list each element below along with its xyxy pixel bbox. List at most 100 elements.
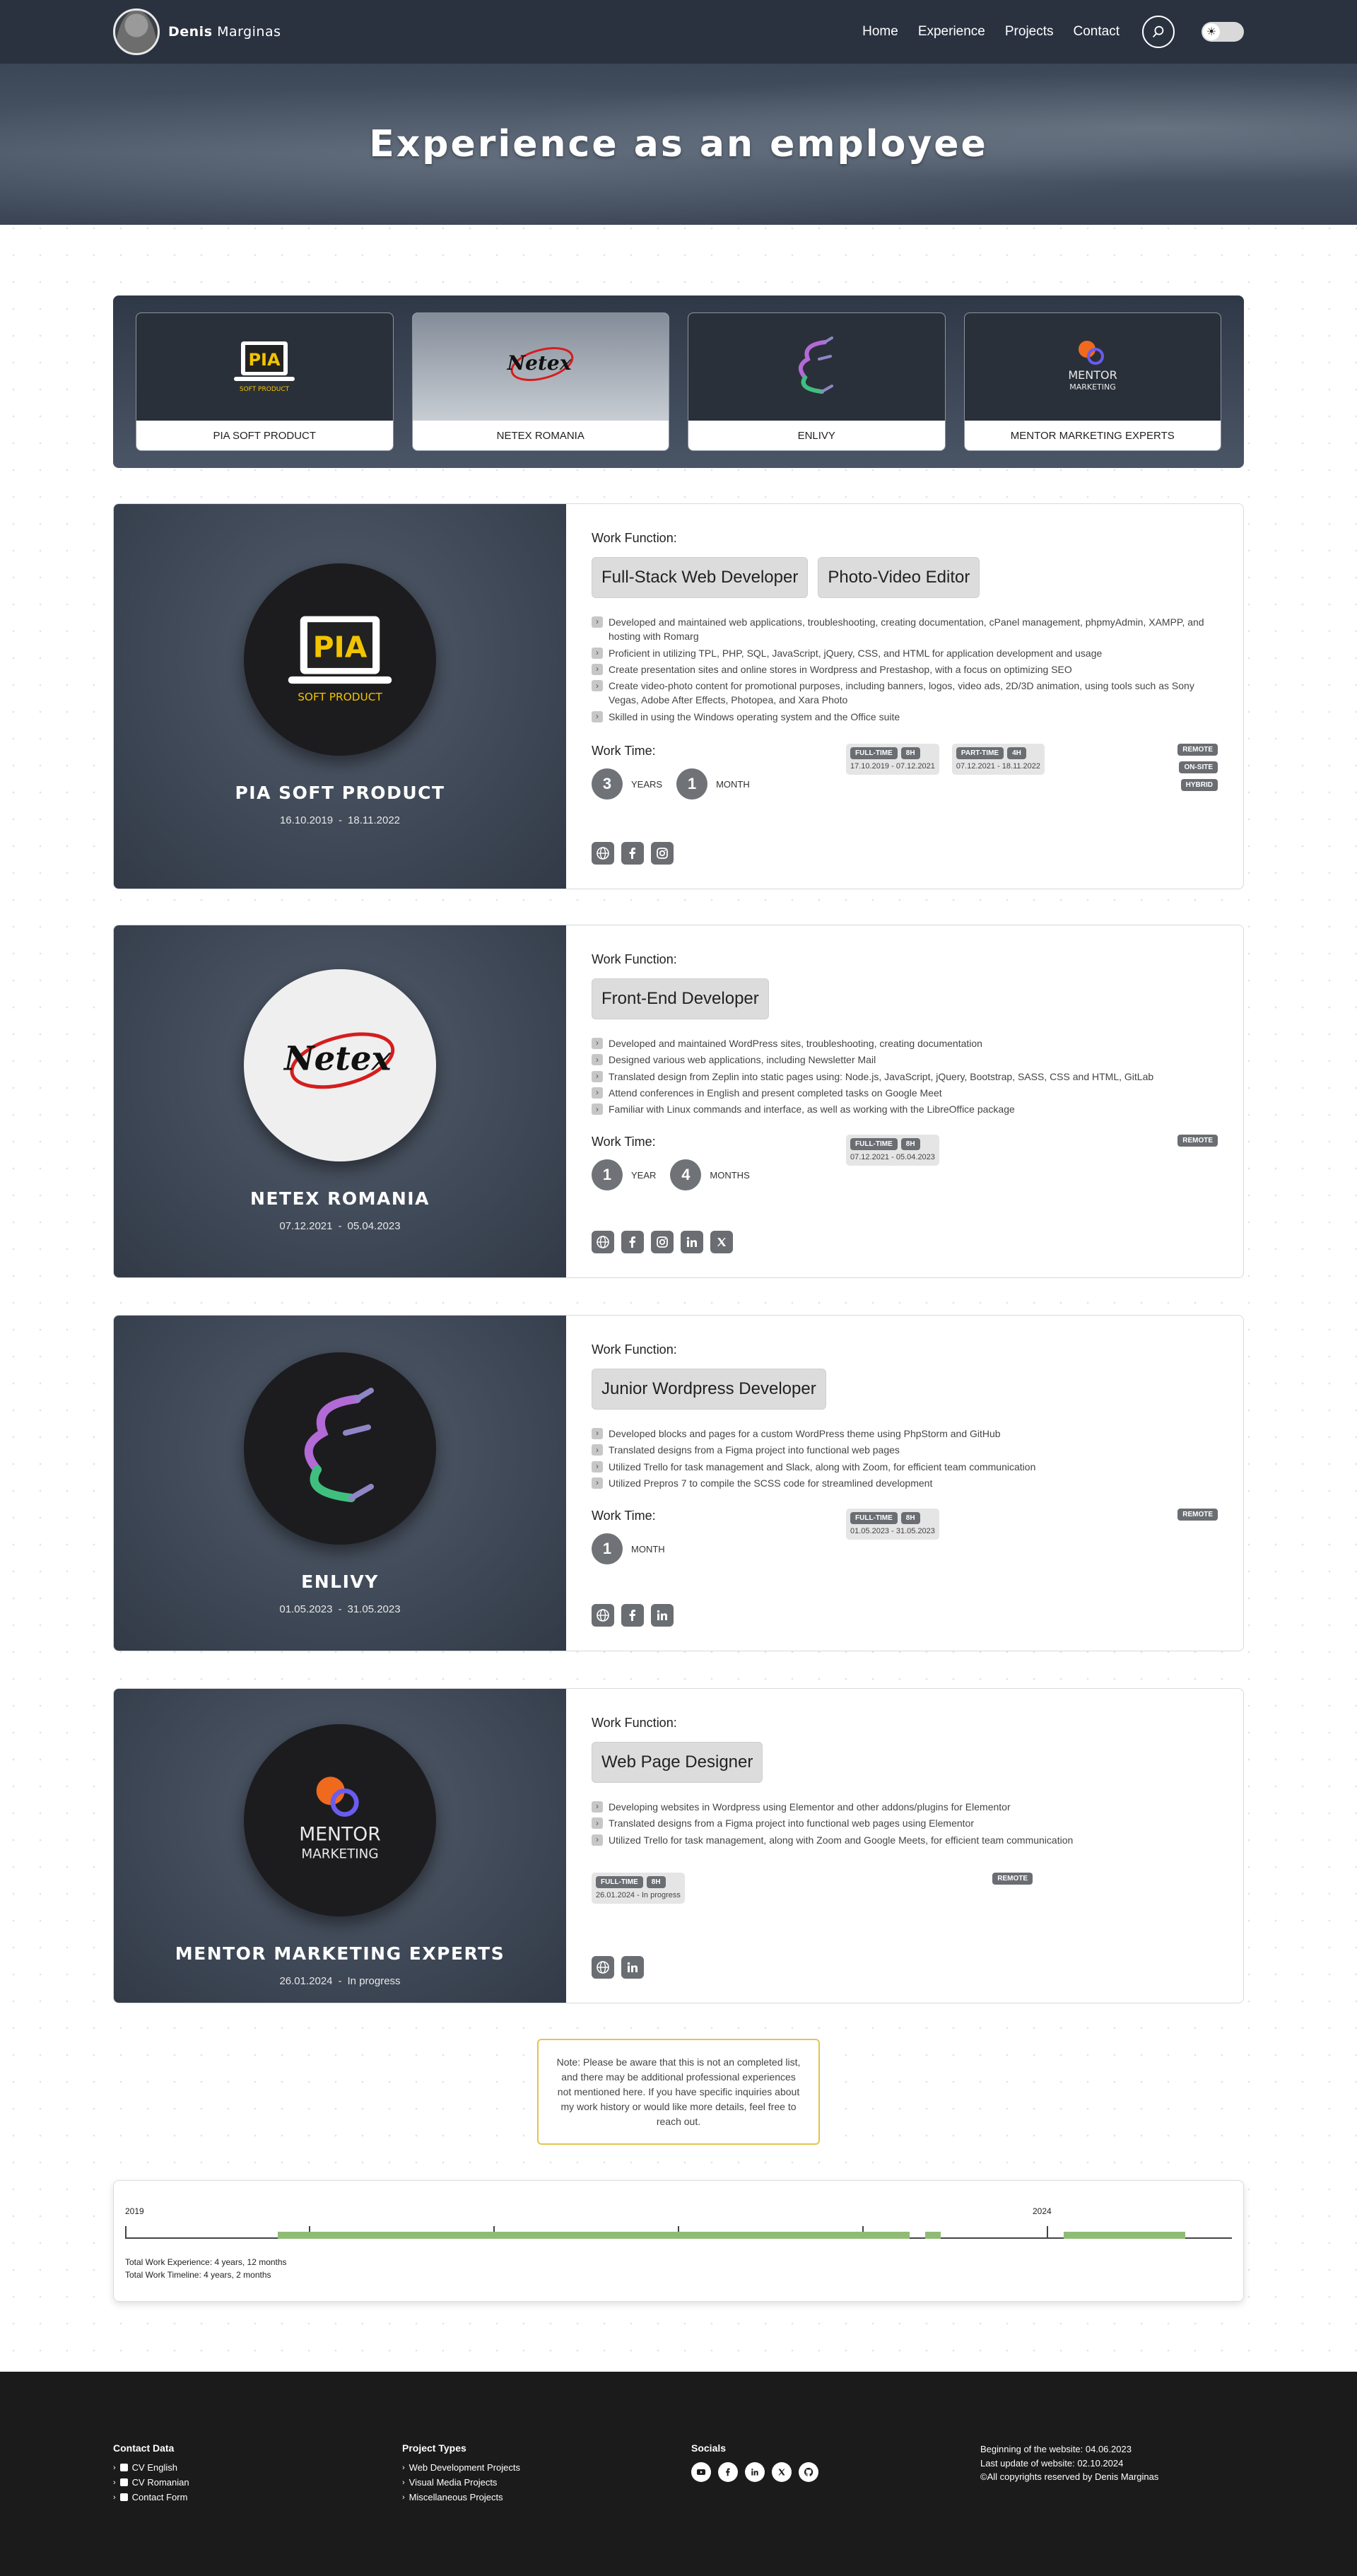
nav-link-contact[interactable]: Contact bbox=[1074, 24, 1120, 40]
work-mode-badge: REMOTE bbox=[1177, 744, 1218, 756]
schedule-box: FULL-TIME 8h 01.05.2023 - 31.05.2023 bbox=[846, 1509, 939, 1540]
website-link[interactable] bbox=[592, 1956, 614, 1979]
work-time-months: 1 bbox=[676, 768, 708, 800]
chevron-right-icon: › bbox=[592, 1054, 603, 1066]
timeline-bar-enlivy[interactable] bbox=[925, 2232, 941, 2239]
linkedin-link[interactable] bbox=[745, 2462, 765, 2482]
instagram-link[interactable] bbox=[651, 1231, 674, 1253]
chevron-right-icon: › bbox=[402, 2493, 405, 2502]
pia-logo-sub: SOFT PRODUCT bbox=[240, 386, 290, 393]
duties-list: › Developed and maintained web applicatio… bbox=[592, 615, 1218, 724]
work-function-title: Work Function: bbox=[592, 531, 677, 545]
nav-link-home[interactable]: Home bbox=[862, 24, 898, 40]
nav-link-projects[interactable]: Projects bbox=[1005, 24, 1054, 40]
avatar[interactable] bbox=[113, 8, 160, 55]
role-badge: Web Page Designer bbox=[592, 1742, 763, 1783]
company-card-netex[interactable]: Netex NETEX ROMANIA bbox=[411, 312, 669, 451]
disclaimer-note: Note: Please be aware that this is not a… bbox=[537, 2039, 820, 2145]
linkedin-link[interactable] bbox=[651, 1604, 674, 1627]
timeline-bar-mentor[interactable] bbox=[1064, 2232, 1185, 2239]
chevron-right-icon: › bbox=[592, 1103, 603, 1116]
schedule-hours-badge: 8h bbox=[646, 1875, 666, 1888]
work-time-unit: YEAR bbox=[631, 1169, 657, 1181]
website-link[interactable] bbox=[592, 842, 614, 865]
timeline-year-start: 2019 bbox=[125, 2206, 144, 2216]
schedule-box: FULL-TIME 8h 26.01.2024 - In progress bbox=[592, 1872, 685, 1904]
copyright: ©All copyrights reserved by Denis Margin… bbox=[980, 2471, 1159, 2482]
navbar: Denis Marginas Home Experience Projects … bbox=[0, 0, 1357, 64]
company-card-mentor[interactable]: MENTOR MARKETING MENTOR MARKETING EXPERT… bbox=[963, 312, 1221, 451]
footer: Contact Data › CV English › CV Romanian › C… bbox=[0, 2372, 1357, 2576]
document-icon bbox=[119, 2464, 128, 2471]
chevron-right-icon: › bbox=[592, 1038, 603, 1049]
facebook-icon bbox=[629, 848, 635, 859]
work-time-months: 4 bbox=[670, 1159, 702, 1191]
nav-link-experience[interactable]: Experience bbox=[918, 24, 985, 40]
duty-item: › Developed and maintained web applicatio… bbox=[592, 615, 1218, 644]
schedule-type-badge: FULL-TIME bbox=[596, 1875, 643, 1888]
website-link[interactable] bbox=[592, 1231, 614, 1253]
work-time-unit: MONTHS bbox=[710, 1169, 750, 1181]
footer-link-cv-english[interactable]: › CV English bbox=[113, 2462, 189, 2473]
work-function-title: Work Function: bbox=[592, 1342, 677, 1357]
work-mode-badge: REMOTE bbox=[1177, 1135, 1218, 1147]
document-icon bbox=[119, 2478, 128, 2486]
x-link[interactable] bbox=[772, 2462, 792, 2482]
experience-card-mentor: MENTOR MARKETING MENTOR MARKETING EXPERT… bbox=[113, 1688, 1244, 2003]
chevron-right-icon: › bbox=[592, 1834, 603, 1846]
chevron-right-icon: › bbox=[592, 710, 603, 722]
linkedin-link[interactable] bbox=[681, 1231, 703, 1253]
facebook-link[interactable] bbox=[621, 842, 644, 865]
search-button[interactable] bbox=[1142, 16, 1175, 48]
company-name: NETEX ROMANIA bbox=[250, 1188, 430, 1209]
globe-icon bbox=[597, 847, 609, 860]
x-link[interactable] bbox=[710, 1231, 733, 1253]
footer-link-visual-projects[interactable]: › Visual Media Projects bbox=[402, 2477, 520, 2488]
schedule-hours-badge: 8h bbox=[900, 1138, 920, 1151]
duty-item: › Developed and maintained WordPress site… bbox=[592, 1036, 1218, 1050]
duty-item: › Familiar with Linux commands and interf… bbox=[592, 1102, 1218, 1116]
chevron-right-icon: › bbox=[592, 1070, 603, 1082]
netex-logo-word: Netex bbox=[506, 351, 571, 375]
schedule-type-badge: FULL-TIME bbox=[850, 1138, 898, 1151]
timeline-bar-pia-netex[interactable] bbox=[278, 2232, 910, 2239]
footer-link-web-projects[interactable]: › Web Development Projects bbox=[402, 2462, 520, 2473]
total-work-experience: Total Work Experience: 4 years, 12 month… bbox=[125, 2257, 287, 2267]
facebook-link[interactable] bbox=[621, 1231, 644, 1253]
theme-toggle[interactable]: ☀ bbox=[1202, 22, 1244, 42]
employment-dates: 01.05.2023-31.05.2023 bbox=[279, 1603, 400, 1615]
footer-link-misc-projects[interactable]: › Miscellaneous Projects bbox=[402, 2492, 520, 2502]
github-link[interactable] bbox=[799, 2462, 818, 2482]
company-card-label: PIA SOFT PRODUCT bbox=[213, 429, 317, 442]
globe-icon bbox=[597, 1609, 609, 1622]
schedule-hours-badge: 8h bbox=[900, 747, 920, 760]
chevron-right-icon: › bbox=[402, 2478, 405, 2487]
company-card-enlivy[interactable]: ENLIVY bbox=[688, 312, 946, 451]
chevron-right-icon: › bbox=[592, 1477, 603, 1489]
duty-item: › Skilled in using the Windows operating … bbox=[592, 710, 1218, 724]
instagram-link[interactable] bbox=[651, 842, 674, 865]
facebook-link[interactable] bbox=[718, 2462, 738, 2482]
company-card-pia[interactable]: PIA SOFT PRODUCT PIA SOFT PRODUCT bbox=[136, 312, 394, 451]
instagram-icon bbox=[657, 1236, 668, 1248]
globe-icon bbox=[597, 1961, 609, 1974]
chevron-right-icon: › bbox=[592, 1428, 603, 1439]
facebook-link[interactable] bbox=[621, 1604, 644, 1627]
youtube-link[interactable] bbox=[691, 2462, 711, 2482]
form-icon bbox=[119, 2493, 128, 2501]
footer-link-contact-form[interactable]: › Contact Form bbox=[113, 2492, 189, 2502]
brand-last-name: Marginas bbox=[217, 24, 281, 40]
work-function-title: Work Function: bbox=[592, 1716, 677, 1730]
brand-name[interactable]: Denis Marginas bbox=[168, 24, 281, 40]
netex-logo-word: Netex bbox=[283, 1040, 392, 1079]
netex-logo: Netex bbox=[412, 313, 669, 421]
employment-dates: 07.12.2021-05.04.2023 bbox=[279, 1220, 400, 1232]
duties-list: › Developed and maintained WordPress site… bbox=[592, 1036, 1218, 1116]
timeline-tick bbox=[1047, 2226, 1048, 2239]
linkedin-link[interactable] bbox=[621, 1956, 644, 1979]
company-selector: PIA SOFT PRODUCT PIA SOFT PRODUCT Netex … bbox=[113, 295, 1244, 468]
footer-link-cv-romanian[interactable]: › CV Romanian bbox=[113, 2477, 189, 2488]
role-badge: Front-End Developer bbox=[592, 978, 769, 1019]
website-start-date: Beginning of the website: 04.06.2023 bbox=[980, 2444, 1132, 2454]
website-link[interactable] bbox=[592, 1604, 614, 1627]
